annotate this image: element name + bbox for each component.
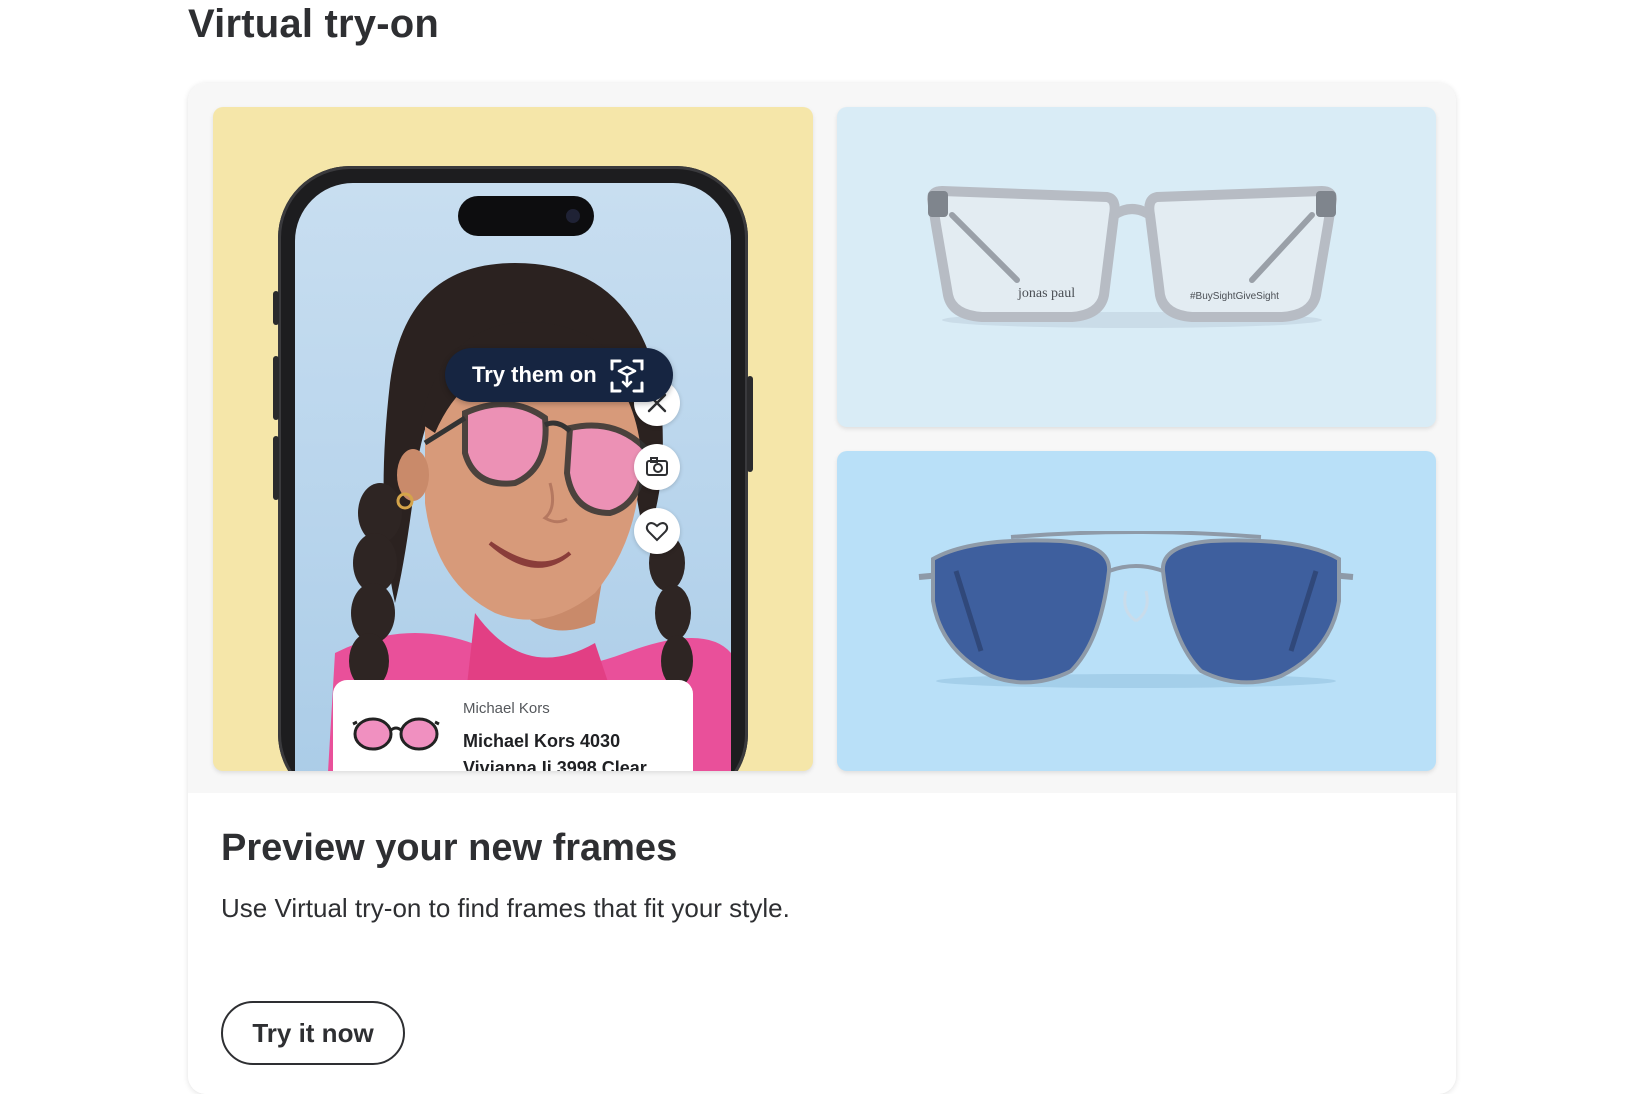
try-them-on-badge: Try them on xyxy=(445,348,673,402)
temple-text-left: jonas paul xyxy=(1017,286,1075,301)
product-card[interactable]: Michael Kors Michael Kors 4030 Vivianna … xyxy=(333,680,693,771)
phone-side-button xyxy=(273,356,279,420)
phone-mockup-tile: Michael Kors Michael Kors 4030 Vivianna … xyxy=(213,107,813,771)
promo-content: Preview your new frames Use Virtual try-… xyxy=(188,793,1456,1094)
heart-icon xyxy=(645,522,669,542)
aviator-sunglasses-tile xyxy=(837,451,1436,771)
section-title: Virtual try-on xyxy=(188,2,439,46)
camera-icon xyxy=(646,457,668,476)
promo-headline: Preview your new frames xyxy=(221,827,678,869)
aviator-sunglasses-image xyxy=(918,531,1354,688)
phone-side-button xyxy=(273,436,279,500)
camera-button[interactable] xyxy=(634,444,680,490)
product-name: Michael Kors 4030 Vivianna Ii 3998 Clear… xyxy=(463,731,661,771)
try-it-now-button[interactable]: Try it now xyxy=(221,1001,405,1065)
product-thumbnail-glasses xyxy=(352,717,440,751)
product-brand: Michael Kors xyxy=(463,700,550,717)
media-area: Michael Kors Michael Kors 4030 Vivianna … xyxy=(188,83,1456,793)
temple-text-right: #BuySightGiveSight xyxy=(1190,291,1279,302)
favorite-button[interactable] xyxy=(634,508,680,554)
clear-eyeglasses-image: jonas paul #BuySightGiveSight xyxy=(927,186,1337,328)
promo-description: Use Virtual try-on to find frames that f… xyxy=(221,893,790,923)
phone-screen: Michael Kors Michael Kors 4030 Vivianna … xyxy=(295,183,731,771)
clear-frames-tile: jonas paul #BuySightGiveSight xyxy=(837,107,1436,427)
virtual-tryon-card: Michael Kors Michael Kors 4030 Vivianna … xyxy=(188,83,1456,1094)
phone-side-button xyxy=(273,291,279,325)
try-them-on-label: Try them on xyxy=(472,362,597,387)
dynamic-island xyxy=(458,196,594,236)
phone-side-button xyxy=(747,376,753,472)
phone-frame: Michael Kors Michael Kors 4030 Vivianna … xyxy=(273,166,753,771)
ar-cube-icon xyxy=(610,359,644,393)
